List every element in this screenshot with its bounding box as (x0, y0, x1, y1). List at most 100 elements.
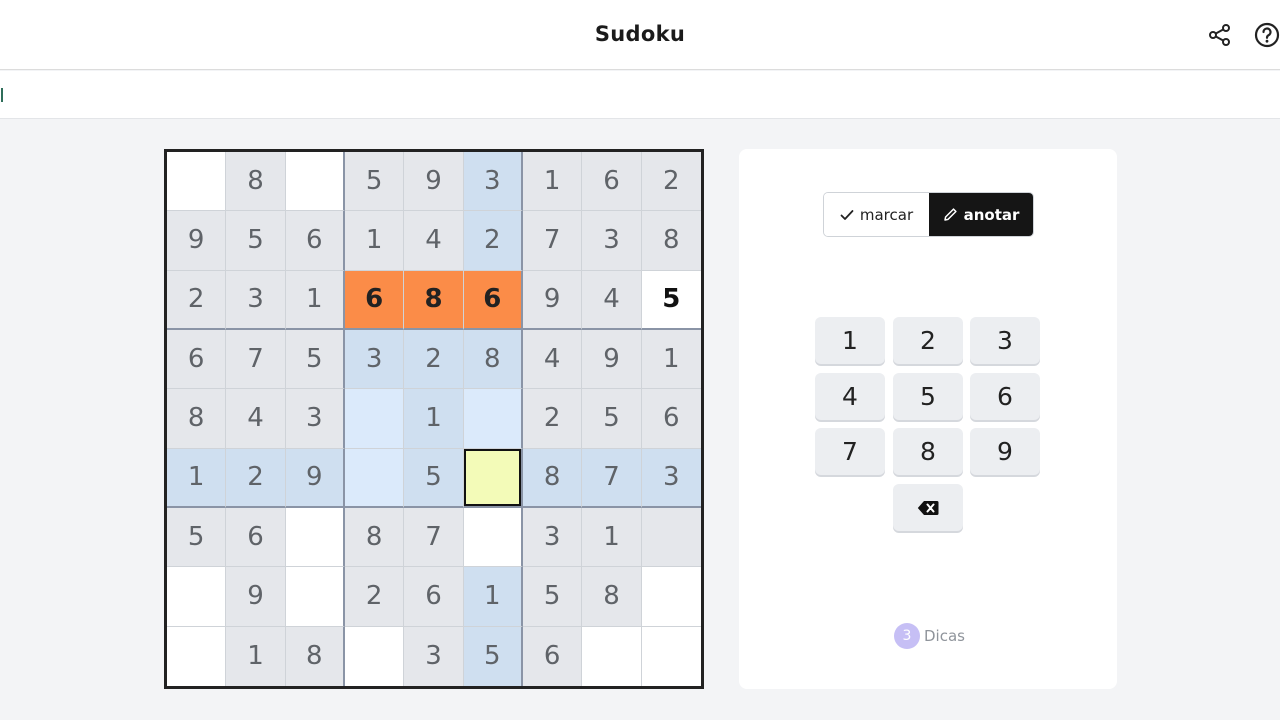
sudoku-cell[interactable]: 3 (463, 152, 523, 212)
sudoku-cell[interactable]: 3 (344, 329, 405, 390)
sudoku-cell[interactable]: 9 (167, 211, 227, 271)
help-button[interactable] (1252, 20, 1280, 50)
sudoku-cell[interactable]: 4 (226, 389, 286, 449)
hints-button[interactable]: 3 Dicas (894, 623, 965, 649)
sudoku-cell[interactable]: 1 (463, 567, 523, 627)
sudoku-cell[interactable]: 7 (226, 329, 286, 390)
sudoku-cell[interactable] (167, 152, 227, 212)
sudoku-cell[interactable]: 8 (522, 448, 583, 508)
number-key[interactable]: 4 (815, 373, 885, 420)
number-key[interactable]: 9 (970, 428, 1040, 475)
number-key[interactable]: 1 (815, 317, 885, 364)
sudoku-cell[interactable] (167, 567, 227, 627)
sudoku-cell[interactable]: 2 (463, 211, 523, 271)
sudoku-cell[interactable]: 5 (582, 389, 642, 449)
sudoku-cell[interactable] (344, 389, 405, 449)
sudoku-cell[interactable]: 5 (404, 448, 464, 508)
backspace-icon (917, 500, 939, 515)
sudoku-cell[interactable]: 4 (582, 270, 642, 330)
sudoku-cell[interactable]: 6 (285, 211, 345, 271)
sudoku-cell[interactable]: 8 (463, 329, 523, 390)
mode-note-label: anotar (963, 205, 1020, 224)
sudoku-cell[interactable]: 4 (522, 329, 583, 390)
sudoku-cell[interactable]: 5 (522, 567, 583, 627)
number-key[interactable]: 7 (815, 428, 885, 475)
sudoku-cell[interactable]: 9 (522, 270, 583, 330)
sudoku-cell[interactable] (285, 567, 345, 627)
sudoku-cell[interactable]: 2 (167, 270, 227, 330)
sudoku-cell[interactable]: 5 (167, 507, 227, 568)
sudoku-cell[interactable] (463, 507, 523, 568)
sudoku-cell[interactable]: 9 (285, 448, 345, 508)
sudoku-cell[interactable]: 2 (641, 152, 701, 212)
sudoku-cell[interactable] (641, 567, 701, 627)
number-key[interactable]: 5 (893, 373, 963, 420)
sudoku-cell[interactable]: 3 (641, 448, 701, 508)
sudoku-cell[interactable]: 8 (582, 567, 642, 627)
sudoku-cell[interactable]: 2 (226, 448, 286, 508)
sudoku-cell[interactable]: 1 (167, 448, 227, 508)
mode-mark-label: marcar (859, 205, 914, 224)
sudoku-cell[interactable]: 3 (404, 626, 464, 686)
sudoku-cell[interactable]: 5 (463, 626, 523, 686)
sudoku-cell[interactable] (344, 626, 405, 686)
sudoku-cell[interactable]: 6 (226, 507, 286, 568)
sudoku-cell[interactable]: 7 (404, 507, 464, 568)
sudoku-cell[interactable]: 2 (344, 567, 405, 627)
sudoku-cell[interactable] (167, 626, 227, 686)
number-key[interactable]: 2 (893, 317, 963, 364)
sudoku-cell[interactable]: 2 (404, 329, 464, 390)
sudoku-cell[interactable]: 5 (344, 152, 405, 212)
sudoku-cell[interactable]: 8 (641, 211, 701, 271)
sudoku-cell[interactable]: 1 (226, 626, 286, 686)
mode-note-button[interactable]: anotar (929, 193, 1033, 236)
sudoku-cell[interactable]: 6 (641, 389, 701, 449)
sudoku-cell[interactable] (285, 152, 345, 212)
sudoku-cell[interactable]: 1 (285, 270, 345, 330)
sudoku-cell[interactable]: 1 (582, 507, 642, 568)
sudoku-cell[interactable]: 6 (167, 329, 227, 390)
sudoku-cell[interactable]: 1 (522, 152, 583, 212)
sudoku-cell[interactable]: 3 (226, 270, 286, 330)
sudoku-board: 8593162956142738231686945675328491843125… (164, 149, 704, 689)
mode-mark-button[interactable]: marcar (824, 193, 929, 236)
sudoku-cell[interactable]: 9 (582, 329, 642, 390)
sudoku-cell[interactable]: 1 (404, 389, 464, 449)
sudoku-cell[interactable]: 2 (522, 389, 583, 449)
erase-button[interactable] (893, 484, 963, 531)
sudoku-cell[interactable]: 8 (404, 270, 464, 330)
sudoku-cell[interactable]: 9 (404, 152, 464, 212)
sudoku-cell[interactable]: 7 (522, 211, 583, 271)
sudoku-cell[interactable]: 3 (582, 211, 642, 271)
sudoku-cell[interactable]: 8 (167, 389, 227, 449)
sudoku-cell[interactable]: 7 (582, 448, 642, 508)
sudoku-cell[interactable] (463, 448, 523, 508)
sudoku-cell[interactable] (582, 626, 642, 686)
number-key[interactable]: 8 (893, 428, 963, 475)
sudoku-cell[interactable] (344, 448, 405, 508)
sudoku-cell[interactable] (285, 507, 345, 568)
sudoku-cell[interactable]: 6 (344, 270, 405, 330)
sudoku-cell[interactable]: 1 (344, 211, 405, 271)
sudoku-cell[interactable]: 6 (404, 567, 464, 627)
sudoku-cell[interactable]: 8 (344, 507, 405, 568)
number-key[interactable]: 6 (970, 373, 1040, 420)
sudoku-cell[interactable]: 6 (582, 152, 642, 212)
sudoku-cell[interactable]: 5 (641, 270, 701, 330)
sudoku-cell[interactable]: 6 (463, 270, 523, 330)
sudoku-cell[interactable]: 8 (285, 626, 345, 686)
sudoku-cell[interactable] (641, 626, 701, 686)
share-button[interactable] (1205, 20, 1235, 50)
sudoku-cell[interactable]: 3 (285, 389, 345, 449)
sudoku-cell[interactable]: 9 (226, 567, 286, 627)
sudoku-cell[interactable]: 8 (226, 152, 286, 212)
number-key[interactable]: 3 (970, 317, 1040, 364)
sudoku-cell[interactable]: 5 (226, 211, 286, 271)
sudoku-cell[interactable]: 1 (641, 329, 701, 390)
sudoku-cell[interactable] (641, 507, 701, 568)
sudoku-cell[interactable]: 6 (522, 626, 583, 686)
sudoku-cell[interactable]: 4 (404, 211, 464, 271)
sudoku-cell[interactable]: 3 (522, 507, 583, 568)
sudoku-cell[interactable]: 5 (285, 329, 345, 390)
sudoku-cell[interactable] (463, 389, 523, 449)
